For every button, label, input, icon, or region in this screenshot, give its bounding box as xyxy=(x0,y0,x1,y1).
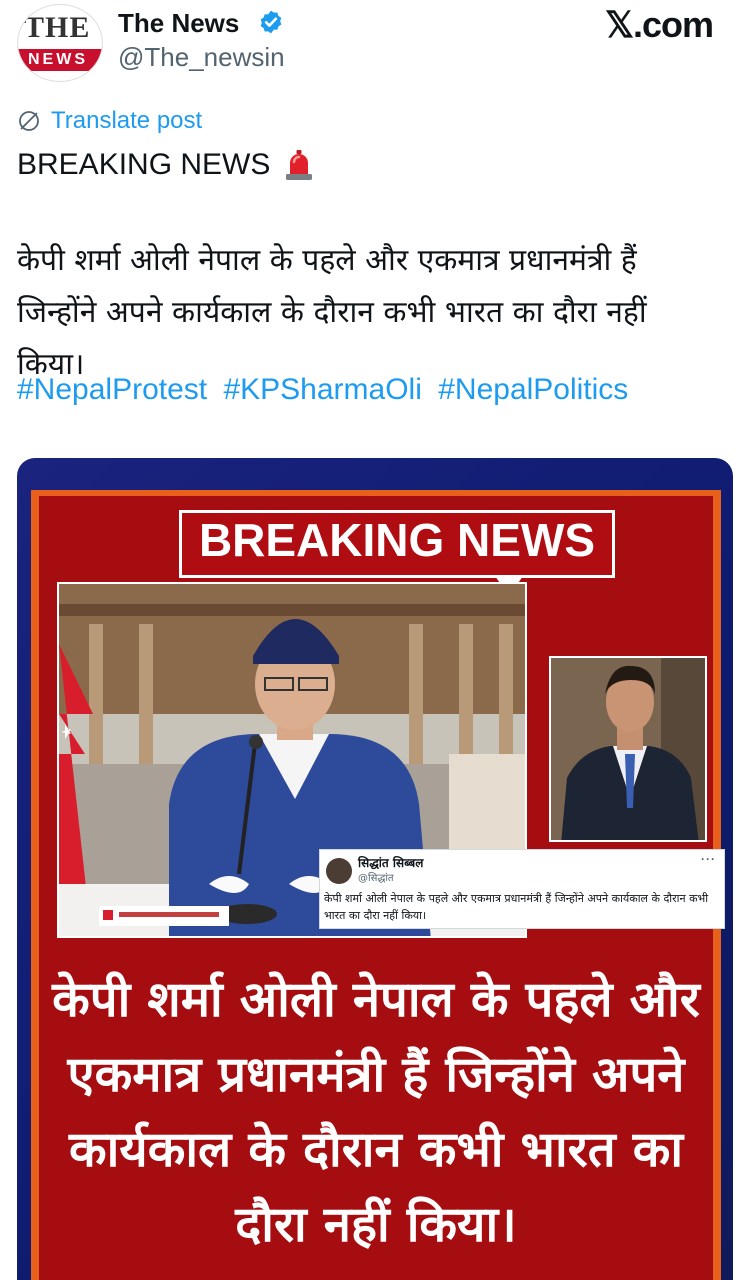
embedded-tweet-name: सिद्धांत सिब्बल xyxy=(358,856,424,870)
post-headline: BREAKING NEWS xyxy=(17,148,316,182)
translate-label: Translate post xyxy=(51,107,203,134)
side-photo xyxy=(549,656,707,842)
avatar-text-bottom: NEWS xyxy=(28,51,88,68)
more-options-icon: ··· xyxy=(701,852,716,866)
hashtag-link[interactable]: #KPSharmaOli xyxy=(223,373,421,406)
hashtag-link[interactable]: #NepalProtest xyxy=(17,373,207,406)
translate-post-link[interactable]: Translate post xyxy=(17,107,202,135)
hashtag-link[interactable]: #NepalPolitics xyxy=(438,373,628,406)
embedded-tweet-handle: @सिद्धांत xyxy=(358,873,394,884)
post-hashtags: #NepalProtest #KPSharmaOli #NepalPolitic… xyxy=(17,373,636,407)
post-media-image[interactable]: BREAKING NEWS सिद्धांत सिब्बल @सिद्धांत … xyxy=(17,458,733,1280)
author-name[interactable]: The News xyxy=(118,8,239,39)
post-headline-text: BREAKING NEWS xyxy=(17,148,271,181)
verified-badge-icon xyxy=(260,10,282,34)
side-photo-illustration xyxy=(551,658,705,840)
avatar-text-top: THE xyxy=(24,11,91,44)
site-label: 𝕏.com xyxy=(604,4,714,45)
media-caption: केपी शर्मा ओली नेपाल के पहले और एकमात्र … xyxy=(52,971,700,1253)
author-handle[interactable]: @The_newsin xyxy=(118,42,285,73)
breaking-news-banner-text: BREAKING NEWS xyxy=(198,514,596,566)
embedded-tweet-avatar xyxy=(326,858,352,884)
media-frame: BREAKING NEWS सिद्धांत सिब्बल @सिद्धांत … xyxy=(31,490,725,1280)
post-body-text: केपी शर्मा ओली नेपाल के पहले और एकमात्र … xyxy=(17,243,647,382)
embedded-tweet-text: केपी शर्मा ओली नेपाल के पहले और एकमात्र … xyxy=(324,892,709,922)
translate-globe-icon xyxy=(19,111,39,131)
author-avatar[interactable]: THE NEWS xyxy=(17,4,103,82)
breaking-news-banner: BREAKING NEWS xyxy=(179,510,615,578)
media-panel: BREAKING NEWS सिद्धांत सिब्बल @सिद्धांत … xyxy=(39,496,725,1280)
embedded-tweet-card: सिद्धांत सिब्बल @सिद्धांत ··· केपी शर्मा… xyxy=(319,849,725,929)
siren-icon xyxy=(286,150,313,180)
post-header: THE NEWS The News @The_newsin 𝕏.com xyxy=(0,0,751,90)
